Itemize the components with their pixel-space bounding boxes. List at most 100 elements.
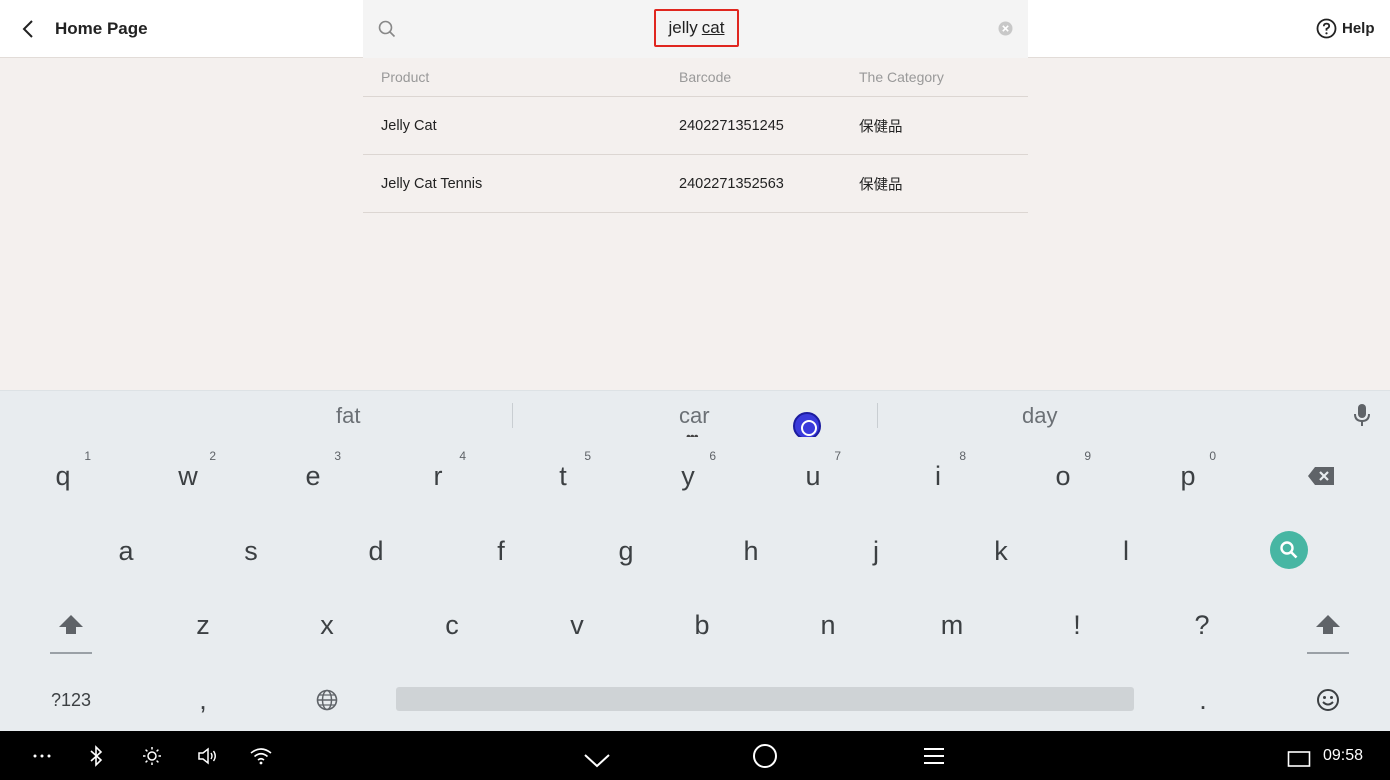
key-number-hint: 1 — [84, 449, 91, 463]
product-name: Jelly Cat Tennis — [381, 175, 483, 192]
key-s[interactable]: s — [211, 516, 291, 586]
product-category: 保健品 — [859, 119, 903, 135]
key-z[interactable]: z — [163, 590, 243, 660]
key-number-hint: 3 — [334, 449, 341, 463]
shift-indicator — [50, 652, 92, 654]
system-nav-bar: 09:58 — [0, 731, 1390, 780]
key-question[interactable]: ? — [1162, 590, 1242, 660]
key-g[interactable]: g — [586, 516, 666, 586]
table-row[interactable]: Jelly Cat 2402271351245 保健品 — [363, 97, 1028, 155]
shift-arrow-icon — [59, 615, 83, 634]
key-label: u — [805, 460, 821, 491]
suggestion-1[interactable]: fat — [336, 403, 360, 429]
back-button[interactable] — [14, 14, 42, 44]
suggestion-2[interactable]: car — [679, 403, 710, 429]
language-key[interactable] — [287, 665, 367, 735]
shift-arrow-icon — [1316, 615, 1340, 634]
help-button[interactable]: Help — [1316, 18, 1375, 39]
suggestion-divider — [512, 403, 513, 428]
key-label: p — [1180, 460, 1196, 491]
key-m[interactable]: m — [912, 590, 992, 660]
home-icon[interactable] — [751, 743, 779, 769]
key-v[interactable]: v — [537, 590, 617, 660]
top-app-bar: Home Page jelly cat Help — [0, 0, 1390, 58]
key-n[interactable]: n — [788, 590, 868, 660]
microphone-icon[interactable] — [1353, 403, 1371, 427]
period-key[interactable]: . — [1163, 665, 1243, 735]
comma-key[interactable]: , — [163, 665, 243, 735]
more-icon[interactable] — [30, 743, 54, 769]
key-i[interactable]: i8 — [898, 441, 978, 511]
key-x[interactable]: x — [287, 590, 367, 660]
symbols-key[interactable]: ?123 — [31, 665, 111, 735]
clock: 09:58 — [1323, 747, 1364, 764]
key-number-hint: 4 — [459, 449, 466, 463]
search-results-table: Product Barcode The Category Jelly Cat 2… — [363, 58, 1028, 213]
key-label: y — [681, 460, 695, 491]
keyboard-search-key[interactable] — [1270, 531, 1308, 569]
volume-icon[interactable] — [195, 743, 219, 769]
key-e[interactable]: e3 — [273, 441, 353, 511]
brightness-icon[interactable] — [140, 743, 164, 769]
clear-search-icon[interactable] — [998, 21, 1013, 36]
key-o[interactable]: o9 — [1023, 441, 1103, 511]
key-c[interactable]: c — [412, 590, 492, 660]
product-category: 保健品 — [859, 177, 903, 193]
key-f[interactable]: f — [461, 516, 541, 586]
key-label: e — [305, 460, 321, 491]
key-l[interactable]: l — [1086, 516, 1166, 586]
key-h[interactable]: h — [711, 516, 791, 586]
table-row[interactable]: Jelly Cat Tennis 2402271352563 保健品 — [363, 155, 1028, 213]
globe-icon — [316, 689, 338, 711]
touch-indicator-icon — [793, 412, 821, 440]
key-b[interactable]: b — [662, 590, 742, 660]
page-title: Home Page — [55, 19, 148, 38]
suggestion-divider — [877, 403, 878, 428]
key-number-hint: 6 — [709, 449, 716, 463]
search-input[interactable]: jelly cat — [654, 9, 739, 47]
key-w[interactable]: w2 — [148, 441, 228, 511]
key-q[interactable]: q1 — [23, 441, 103, 511]
key-number-hint: 8 — [959, 449, 966, 463]
wifi-icon[interactable] — [248, 743, 274, 769]
key-number-hint: 0 — [1209, 449, 1216, 463]
key-u[interactable]: u7 — [773, 441, 853, 511]
help-label: Help — [1342, 20, 1375, 37]
key-label: w — [178, 460, 198, 491]
backspace-key[interactable] — [1281, 441, 1361, 511]
key-label: i — [935, 460, 941, 491]
key-exclamation[interactable]: ! — [1037, 590, 1117, 660]
emoji-key[interactable] — [1288, 665, 1368, 735]
key-j[interactable]: j — [836, 516, 916, 586]
key-k[interactable]: k — [961, 516, 1041, 586]
menu-icon[interactable] — [921, 743, 947, 769]
bluetooth-icon[interactable] — [86, 743, 106, 769]
suggestion-3[interactable]: day — [1022, 403, 1057, 429]
key-y[interactable]: y6 — [648, 441, 728, 511]
key-a[interactable]: a — [86, 516, 166, 586]
key-label: q — [55, 460, 71, 491]
key-r[interactable]: r4 — [398, 441, 478, 511]
key-label: t — [559, 460, 567, 491]
recent-apps-icon[interactable] — [1285, 746, 1313, 772]
chevron-left-icon — [22, 20, 33, 38]
column-header-category: The Category — [859, 69, 944, 85]
key-d[interactable]: d — [336, 516, 416, 586]
product-barcode: 2402271351245 — [679, 117, 784, 134]
key-number-hint: 2 — [209, 449, 216, 463]
help-icon — [1316, 18, 1337, 39]
column-header-product: Product — [381, 69, 430, 85]
keyboard: ?123 , . q 1 w 2 e 3 r 4 t 5 y 6 u 7 i 8… — [0, 437, 1390, 731]
key-p[interactable]: p0 — [1148, 441, 1228, 511]
hide-keyboard-icon[interactable] — [582, 747, 612, 773]
key-number-hint: 9 — [1084, 449, 1091, 463]
column-header-barcode: Barcode — [679, 69, 732, 85]
spacebar-key[interactable] — [396, 687, 1134, 711]
backspace-icon — [1308, 467, 1334, 485]
shift-indicator — [1307, 652, 1349, 654]
key-label: o — [1055, 460, 1071, 491]
shift-key-right[interactable] — [1288, 590, 1368, 660]
key-t[interactable]: t5 — [523, 441, 603, 511]
shift-key-left[interactable] — [31, 590, 111, 660]
key-number-hint: 7 — [834, 449, 841, 463]
